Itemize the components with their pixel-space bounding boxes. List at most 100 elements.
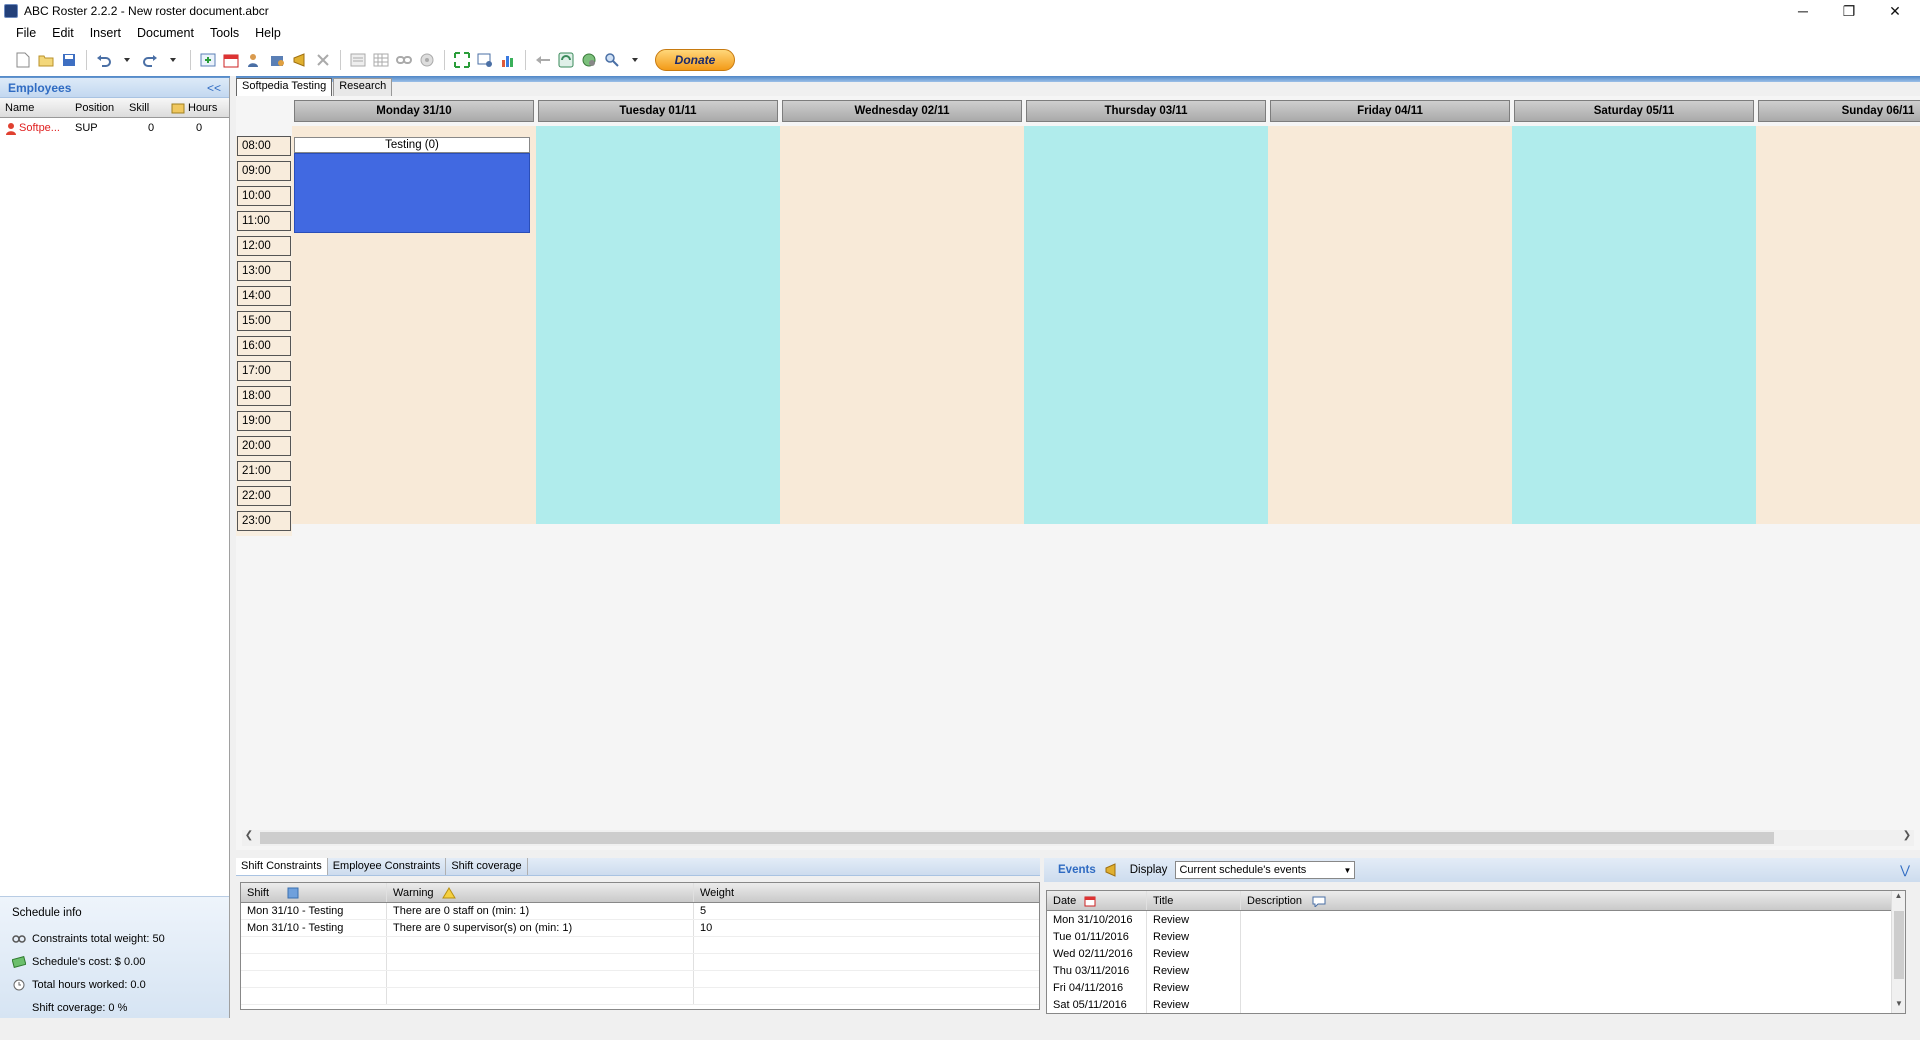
column-header-weight[interactable]: Weight	[694, 883, 1039, 902]
column-header-shift[interactable]: Shift	[241, 883, 387, 902]
hour-label: 13:00	[237, 261, 291, 281]
minimize-button[interactable]: ─	[1780, 0, 1826, 22]
menu-file[interactable]: File	[8, 24, 44, 42]
day-header[interactable]: Monday 31/10	[294, 100, 534, 122]
zoom-dropdown-icon[interactable]	[626, 51, 644, 69]
panel-strip	[236, 76, 1920, 82]
link-icon[interactable]	[395, 51, 413, 69]
day-header[interactable]: Thursday 03/11	[1026, 100, 1266, 122]
day-column[interactable]	[1024, 126, 1268, 524]
save-icon[interactable]	[60, 51, 78, 69]
event-row[interactable]: Tue 01/11/2016 Review	[1047, 928, 1905, 945]
scroll-right-icon[interactable]: ❯	[1900, 830, 1914, 841]
day-header[interactable]: Saturday 05/11	[1514, 100, 1754, 122]
display-select-value: Current schedule's events	[1179, 864, 1307, 876]
shift-block[interactable]	[294, 153, 530, 233]
column-header-date[interactable]: Date	[1047, 891, 1147, 910]
day-column[interactable]	[536, 126, 780, 524]
zoom-icon[interactable]	[603, 51, 621, 69]
window-icon[interactable]	[476, 51, 494, 69]
day-header[interactable]: Tuesday 01/11	[538, 100, 778, 122]
events-vertical-scrollbar[interactable]: ▲ ▼	[1891, 891, 1905, 1013]
tab-employee-constraints[interactable]: Employee Constraints	[328, 858, 447, 875]
undo-dropdown-icon[interactable]	[118, 51, 136, 69]
day-column[interactable]	[780, 126, 1024, 524]
tab-research[interactable]: Research	[333, 78, 393, 96]
employee-row[interactable]: Softpe... SUP 0 0	[0, 118, 229, 138]
constraint-row[interactable]: Mon 31/10 - Testing There are 0 supervis…	[241, 920, 1039, 937]
horizontal-scrollbar[interactable]: ❮ ❯	[242, 830, 1914, 846]
undo-icon[interactable]	[95, 51, 113, 69]
employee-name-cell: Softpe...	[0, 122, 70, 135]
refresh-icon[interactable]	[557, 51, 575, 69]
hour-label: 15:00	[237, 311, 291, 331]
scrollbar-thumb[interactable]	[260, 832, 1774, 844]
list-view-icon[interactable]	[349, 51, 367, 69]
collapse-panel-button[interactable]: <<	[207, 81, 221, 95]
column-header-name[interactable]: Name	[0, 102, 70, 114]
tab-softpedia-testing[interactable]: Softpedia Testing	[236, 78, 333, 96]
display-select[interactable]: Current schedule's events ▼	[1175, 861, 1356, 879]
scrollbar-thumb[interactable]	[1894, 911, 1904, 979]
scroll-down-icon[interactable]: ▼	[1892, 999, 1905, 1013]
menu-tools[interactable]: Tools	[202, 24, 247, 42]
column-header-hours[interactable]: Hours	[166, 102, 226, 114]
hours-icon	[171, 103, 185, 113]
event-row[interactable]: Wed 02/11/2016 Review	[1047, 945, 1905, 962]
globe-icon[interactable]	[580, 51, 598, 69]
fit-to-screen-icon[interactable]	[453, 51, 471, 69]
calendar-icon[interactable]	[222, 51, 240, 69]
day-column[interactable]	[1512, 126, 1756, 524]
close-button[interactable]: ✕	[1872, 0, 1918, 22]
donate-button[interactable]: Donate	[655, 49, 735, 71]
target-icon[interactable]	[418, 51, 436, 69]
add-shift-icon[interactable]	[199, 51, 217, 69]
add-employee-icon[interactable]	[245, 51, 263, 69]
collapse-down-icon[interactable]: ⋁	[1900, 863, 1910, 877]
menu-help[interactable]: Help	[247, 24, 289, 42]
event-row[interactable]: Mon 31/10/2016 Review	[1047, 911, 1905, 928]
restore-button[interactable]: ❐	[1826, 0, 1872, 22]
day-header[interactable]: Friday 04/11	[1270, 100, 1510, 122]
event-date: Thu 03/11/2016	[1047, 962, 1147, 979]
event-description	[1241, 962, 1905, 979]
day-column[interactable]	[1268, 126, 1512, 524]
menu-insert[interactable]: Insert	[82, 24, 129, 42]
tab-shift-constraints[interactable]: Shift Constraints	[236, 858, 328, 875]
hour-label: 09:00	[237, 161, 291, 181]
column-header-description[interactable]: Description	[1241, 891, 1905, 910]
tab-shift-coverage[interactable]: Shift coverage	[446, 858, 528, 875]
coverage-row: Shift coverage: 0 %	[12, 996, 217, 1019]
back-arrow-icon[interactable]	[534, 51, 552, 69]
hour-label: 17:00	[237, 361, 291, 381]
open-folder-icon[interactable]	[37, 51, 55, 69]
scroll-up-icon[interactable]: ▲	[1892, 891, 1905, 905]
event-date: Tue 01/11/2016	[1047, 928, 1147, 945]
menu-document[interactable]: Document	[129, 24, 202, 42]
new-document-icon[interactable]	[14, 51, 32, 69]
column-header-position[interactable]: Position	[70, 102, 124, 114]
day-header[interactable]: Sunday 06/11	[1758, 100, 1920, 122]
day-header[interactable]: Wednesday 02/11	[782, 100, 1022, 122]
menu-edit[interactable]: Edit	[44, 24, 82, 42]
scroll-left-icon[interactable]: ❮	[242, 830, 256, 841]
event-row[interactable]: Thu 03/11/2016 Review	[1047, 962, 1905, 979]
constraint-row[interactable]: Mon 31/10 - Testing There are 0 staff on…	[241, 903, 1039, 920]
column-header-title[interactable]: Title	[1147, 891, 1241, 910]
shift-title[interactable]: Testing (0)	[294, 137, 530, 153]
day-column[interactable]	[1756, 126, 1920, 524]
hour-label: 20:00	[237, 436, 291, 456]
redo-icon[interactable]	[141, 51, 159, 69]
events-title: Events	[1058, 864, 1096, 876]
employee-group-icon[interactable]	[268, 51, 286, 69]
column-header-warning[interactable]: Warning	[387, 883, 694, 902]
event-row[interactable]: Sat 05/11/2016 Review	[1047, 996, 1905, 1013]
redo-dropdown-icon[interactable]	[164, 51, 182, 69]
broadcast-icon[interactable]	[291, 51, 309, 69]
event-row[interactable]: Fri 04/11/2016 Review	[1047, 979, 1905, 996]
grid-view-icon[interactable]	[372, 51, 390, 69]
delete-icon[interactable]	[314, 51, 332, 69]
event-title: Review	[1147, 979, 1241, 996]
chart-icon[interactable]	[499, 51, 517, 69]
column-header-skill[interactable]: Skill	[124, 102, 166, 114]
